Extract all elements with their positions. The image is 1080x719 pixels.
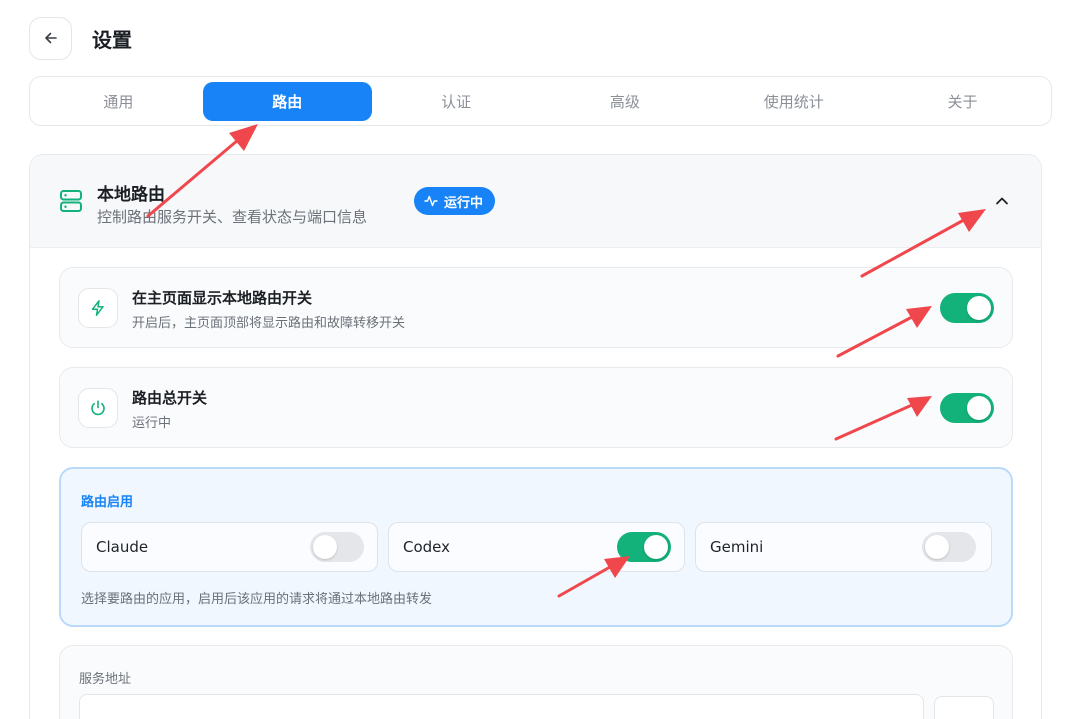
setting-description: 开启后，主页面顶部将显示路由和故障转移开关 xyxy=(132,316,406,331)
local-routing-header[interactable]: 本地路由 控制路由服务开关、查看状态与端口信息 运行中 xyxy=(30,155,1041,248)
master-switch-toggle[interactable] xyxy=(940,393,994,423)
routing-apps-title: 路由启用 xyxy=(81,495,134,510)
setting-row-show-on-main: 在主页面显示本地路由开关 开启后，主页面顶部将显示路由和故障转移开关 xyxy=(59,267,1013,348)
page-title: 设置 xyxy=(92,27,132,52)
row-icon-box xyxy=(78,288,118,328)
toggle-knob xyxy=(967,396,991,420)
service-address-panel: 服务地址 xyxy=(59,645,1013,719)
setting-title: 在主页面显示本地路由开关 xyxy=(132,289,313,307)
routing-apps-panel: 路由启用 Claude Codex Gemini 选择要路由的应用，启用后该应用… xyxy=(59,467,1013,627)
lightning-icon xyxy=(91,300,104,316)
service-address-input[interactable] xyxy=(79,694,924,719)
show-on-main-toggle[interactable] xyxy=(940,293,994,323)
app-name: Codex xyxy=(403,538,451,556)
tab-general[interactable]: 通用 xyxy=(34,82,203,121)
settings-tabs: 通用 路由 认证 高级 使用统计 关于 xyxy=(29,76,1052,126)
status-badge-label: 运行中 xyxy=(444,195,484,211)
tab-auth[interactable]: 认证 xyxy=(372,82,541,121)
claude-toggle[interactable] xyxy=(310,532,364,562)
status-badge: 运行中 xyxy=(414,187,496,215)
activity-icon xyxy=(424,195,438,207)
setting-title: 路由总开关 xyxy=(132,389,208,407)
tab-about[interactable]: 关于 xyxy=(878,82,1047,121)
app-item-gemini: Gemini xyxy=(695,522,992,572)
setting-row-master-switch: 路由总开关 运行中 xyxy=(59,367,1013,448)
back-button[interactable] xyxy=(29,16,72,60)
tab-routing[interactable]: 路由 xyxy=(202,81,372,121)
server-icon xyxy=(60,190,82,212)
app-name: Claude xyxy=(96,538,149,556)
local-routing-title: 本地路由 xyxy=(97,185,165,205)
setting-description: 运行中 xyxy=(132,416,172,431)
tab-usage-stats[interactable]: 使用统计 xyxy=(709,82,878,121)
toggle-knob xyxy=(644,535,668,559)
chevron-up-icon[interactable] xyxy=(992,191,1012,211)
local-routing-card: 本地路由 控制路由服务开关、查看状态与端口信息 运行中 在主页面显示本地路由开关… xyxy=(29,154,1042,719)
codex-toggle[interactable] xyxy=(617,532,671,562)
app-name: Gemini xyxy=(710,538,764,556)
local-routing-subtitle: 控制路由服务开关、查看状态与端口信息 xyxy=(97,208,368,226)
toggle-knob xyxy=(967,296,991,320)
tab-advanced[interactable]: 高级 xyxy=(540,82,709,121)
service-address-action-button[interactable] xyxy=(934,696,994,719)
power-icon xyxy=(91,400,105,416)
settings-page: 设置 通用 路由 认证 高级 使用统计 关于 本地路由 控制路由服务开关、查看状… xyxy=(0,0,1080,719)
toggle-knob xyxy=(925,535,949,559)
routing-apps-note: 选择要路由的应用，启用后该应用的请求将通过本地路由转发 xyxy=(81,592,433,607)
gemini-toggle[interactable] xyxy=(922,532,976,562)
row-icon-box xyxy=(78,388,118,428)
arrow-left-icon xyxy=(44,32,57,44)
service-address-label: 服务地址 xyxy=(79,672,132,687)
app-item-codex: Codex xyxy=(388,522,685,572)
header: 设置 xyxy=(29,16,132,60)
app-item-claude: Claude xyxy=(81,522,378,572)
toggle-knob xyxy=(313,535,337,559)
